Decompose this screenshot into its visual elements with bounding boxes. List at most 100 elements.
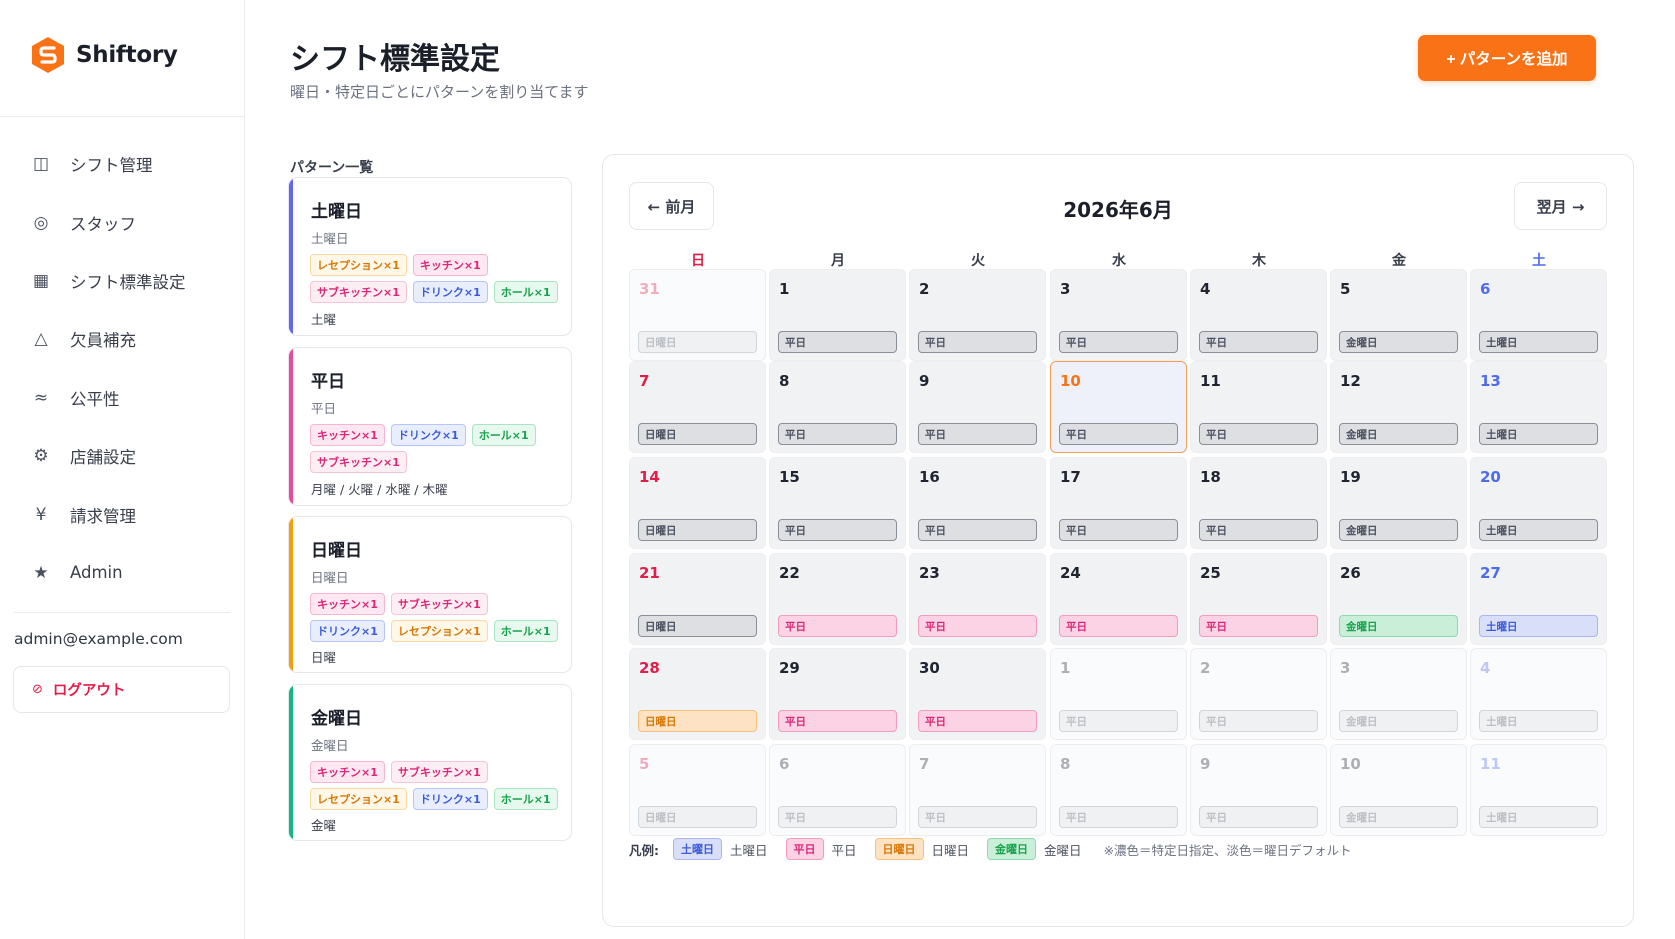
day-number: 10 — [1340, 755, 1361, 773]
calendar-day-cell[interactable]: 4 平日 — [1190, 269, 1327, 361]
calendar-day-cell[interactable]: 1 平日 — [1050, 648, 1187, 740]
day-pattern-badge: 金曜日 — [1339, 423, 1458, 445]
sidebar-item[interactable]: ◎ スタッフ — [0, 193, 244, 251]
calendar-day-cell[interactable]: 13 土曜日 — [1470, 361, 1607, 453]
logout-icon: ⊘ — [32, 682, 43, 697]
calendar-day-cell[interactable]: 20 土曜日 — [1470, 457, 1607, 549]
day-pattern-badge: 平日 — [778, 615, 897, 637]
pattern-days: 金曜 — [311, 818, 337, 833]
calendar-day-cell[interactable]: 19 金曜日 — [1330, 457, 1467, 549]
day-pattern-badge: 平日 — [778, 423, 897, 445]
user-email: admin@example.com — [14, 630, 183, 648]
calendar-day-cell[interactable]: 26 金曜日 — [1330, 553, 1467, 645]
day-pattern-badge: 土曜日 — [1479, 615, 1598, 637]
calendar-day-cell[interactable]: 12 金曜日 — [1330, 361, 1467, 453]
calendar-day-cell[interactable]: 14 日曜日 — [629, 457, 766, 549]
calendar-day-cell[interactable]: 5 日曜日 — [629, 744, 766, 836]
day-number: 30 — [919, 659, 940, 677]
calendar-day-cell[interactable]: 16 平日 — [909, 457, 1046, 549]
day-pattern-badge: 平日 — [778, 806, 897, 828]
role-tag: キッチン×1 — [310, 593, 385, 615]
day-pattern-badge: 土曜日 — [1479, 806, 1598, 828]
calendar-day-cell[interactable]: 28 日曜日 — [629, 648, 766, 740]
sidebar-item[interactable]: ≈ 公平性 — [0, 369, 244, 427]
star-icon: ★ — [33, 562, 49, 583]
pattern-name: 平日 — [311, 372, 345, 392]
calendar-day-cell[interactable]: 3 平日 — [1050, 269, 1187, 361]
calendar-day-cell[interactable]: 9 平日 — [909, 361, 1046, 453]
calendar-day-cell[interactable]: 24 平日 — [1050, 553, 1187, 645]
next-month-button[interactable]: 翌月 → — [1514, 182, 1607, 230]
add-pattern-button[interactable]: + パターンを追加 — [1418, 35, 1596, 81]
calendar-day-cell[interactable]: 6 土曜日 — [1470, 269, 1607, 361]
calendar-day-cell[interactable]: 7 平日 — [909, 744, 1046, 836]
brand[interactable]: Shiftory — [30, 36, 178, 74]
calendar-day-cell[interactable]: 4 土曜日 — [1470, 648, 1607, 740]
calendar-day-cell[interactable]: 29 平日 — [769, 648, 906, 740]
calendar-day-cell[interactable]: 27 土曜日 — [1470, 553, 1607, 645]
calendar-day-cell[interactable]: 22 平日 — [769, 553, 906, 645]
calendar-day-cell[interactable]: 2 平日 — [909, 269, 1046, 361]
calendar-day-cell[interactable]: 23 平日 — [909, 553, 1046, 645]
calendar-day-cell[interactable]: 17 平日 — [1050, 457, 1187, 549]
day-pattern-badge: 平日 — [918, 710, 1037, 732]
calendar-day-cell[interactable]: 18 平日 — [1190, 457, 1327, 549]
day-number: 24 — [1060, 564, 1081, 582]
calendar-day-cell[interactable]: 15 平日 — [769, 457, 906, 549]
logout-label: ログアウト — [52, 683, 126, 699]
pattern-card[interactable]: 日曜日 日曜日 キッチン×1 サブキッチン×1 ドリンク×1 レセプション×1 ホール×1 日… — [288, 516, 572, 673]
pattern-card[interactable]: 平日 平日 キッチン×1 ドリンク×1 ホール×1 サブキッチン×1 月曜 / 火曜 / 水… — [288, 347, 572, 506]
pattern-days: 土曜 — [311, 312, 337, 327]
sidebar-item[interactable]: ▦ シフト標準設定 — [0, 252, 244, 310]
day-pattern-badge: 日曜日 — [638, 806, 757, 828]
day-number: 1 — [1060, 659, 1071, 677]
calendar-day-cell[interactable]: 30 平日 — [909, 648, 1046, 740]
calendar-day-cell[interactable]: 5 金曜日 — [1330, 269, 1467, 361]
calendar-day-cell[interactable]: 10 金曜日 — [1330, 744, 1467, 836]
pattern-card[interactable]: 金曜日 金曜日 キッチン×1 サブキッチン×1 レセプション×1 ドリンク×1 ホール×1 金… — [288, 684, 572, 841]
sidebar-item[interactable]: ¥ 請求管理 — [0, 485, 244, 543]
calendar-day-cell[interactable]: 11 土曜日 — [1470, 744, 1607, 836]
day-pattern-badge: 平日 — [918, 519, 1037, 541]
sidebar-item[interactable]: ◫ シフト管理 — [0, 135, 244, 193]
day-pattern-badge: 土曜日 — [1479, 423, 1598, 445]
sidebar: Shiftory ◫ シフト管理 ◎ スタッフ ▦ シフト標準設定 △ 欠員補充 ≈ 公平性 ⚙ 店舗… — [0, 0, 245, 939]
calendar-day-cell[interactable]: 11 平日 — [1190, 361, 1327, 453]
day-number: 4 — [1480, 659, 1491, 677]
day-pattern-badge: 平日 — [918, 423, 1037, 445]
legend-label: 日曜日 — [931, 842, 970, 858]
calendar-day-cell[interactable]: 6 平日 — [769, 744, 906, 836]
day-number: 8 — [779, 372, 790, 390]
calendar-day-cell[interactable]: 3 金曜日 — [1330, 648, 1467, 740]
role-tag: サブキッチン×1 — [310, 451, 407, 473]
role-tag: サブキッチン×1 — [390, 593, 488, 615]
pattern-days: 日曜 — [311, 650, 337, 665]
sidebar-item[interactable]: △ 欠員補充 — [0, 310, 244, 368]
day-number: 12 — [1340, 372, 1361, 390]
legend-note: ※濃色＝特定日指定、淡色＝曜日デフォルト — [1103, 842, 1352, 858]
pattern-card[interactable]: 土曜日 土曜日 レセプション×1 キッチン×1 サブキッチン×1 ドリンク×1 ホール×1 土… — [288, 177, 572, 336]
page-subtitle: 曜日・特定日ごとにパターンを割り当てます — [290, 83, 589, 101]
divider — [0, 116, 244, 117]
calendar-day-cell[interactable]: 25 平日 — [1190, 553, 1327, 645]
divider — [14, 612, 230, 613]
logout-button[interactable]: ⊘ ログアウト — [13, 666, 230, 713]
day-pattern-badge: 金曜日 — [1339, 615, 1458, 637]
calendar-day-cell[interactable]: 10 平日 — [1050, 361, 1187, 453]
sidebar-item-label: 公平性 — [70, 389, 120, 409]
sidebar-item[interactable]: ⚙ 店舗設定 — [0, 427, 244, 485]
calendar-day-cell[interactable]: 2 平日 — [1190, 648, 1327, 740]
calendar-day-cell[interactable]: 9 平日 — [1190, 744, 1327, 836]
day-pattern-badge: 平日 — [778, 331, 897, 353]
calendar-day-cell[interactable]: 8 平日 — [1050, 744, 1187, 836]
calendar-day-cell[interactable]: 7 日曜日 — [629, 361, 766, 453]
day-pattern-badge: 平日 — [1059, 331, 1178, 353]
calendar-day-cell[interactable]: 21 日曜日 — [629, 553, 766, 645]
weekday-header: 水 — [1112, 253, 1126, 269]
sidebar-item[interactable]: ★ Admin — [0, 544, 244, 602]
calendar-day-cell[interactable]: 31 日曜日 — [629, 269, 766, 361]
calendar-day-cell[interactable]: 1 平日 — [769, 269, 906, 361]
day-number: 10 — [1060, 372, 1081, 390]
weekday-header: 土 — [1532, 253, 1546, 269]
calendar-day-cell[interactable]: 8 平日 — [769, 361, 906, 453]
